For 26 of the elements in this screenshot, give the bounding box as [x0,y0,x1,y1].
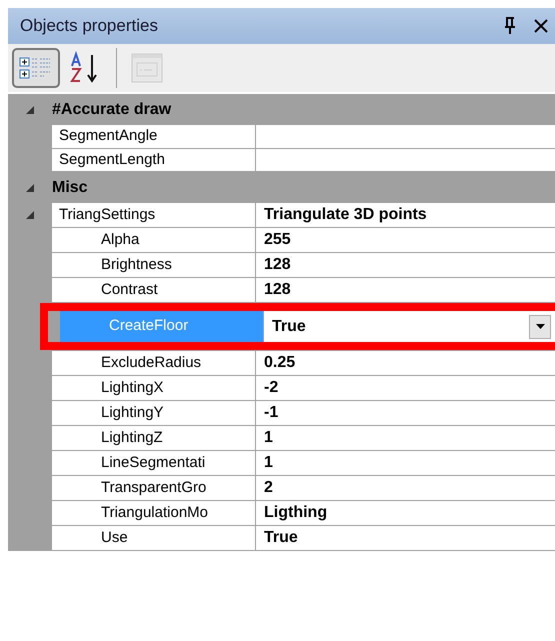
category-header: #Accurate draw [52,100,172,120]
close-icon[interactable] [533,18,549,34]
category-header: Misc [52,178,88,198]
property-value[interactable]: True [272,314,306,338]
property-value[interactable]: 1 [264,426,273,450]
property-value[interactable]: 2 [264,476,273,500]
property-value[interactable]: Triangulate 3D points [264,203,427,227]
categorized-button[interactable] [12,48,60,88]
property-value[interactable]: 1 [264,451,273,475]
dropdown-button[interactable] [529,314,551,338]
property-value[interactable]: 0.25 [264,351,296,375]
property-value[interactable]: 128 [264,278,291,302]
property-value[interactable]: True [264,526,298,550]
panel-title: Objects properties [20,15,158,38]
caret-icon [536,324,544,329]
collapse-triangle-icon[interactable] [25,182,35,192]
property-value[interactable]: -2 [264,376,278,400]
pin-icon[interactable] [503,17,517,35]
property-value[interactable]: 255 [264,228,291,252]
property-pages-icon [131,53,163,83]
property-value[interactable]: -1 [264,401,278,425]
row-gutter [48,311,60,342]
collapse-triangle-icon[interactable] [25,210,35,220]
property-value[interactable]: 128 [264,253,291,277]
collapse-triangle-icon[interactable] [25,104,35,114]
property-value[interactable]: Ligthing [264,501,328,525]
